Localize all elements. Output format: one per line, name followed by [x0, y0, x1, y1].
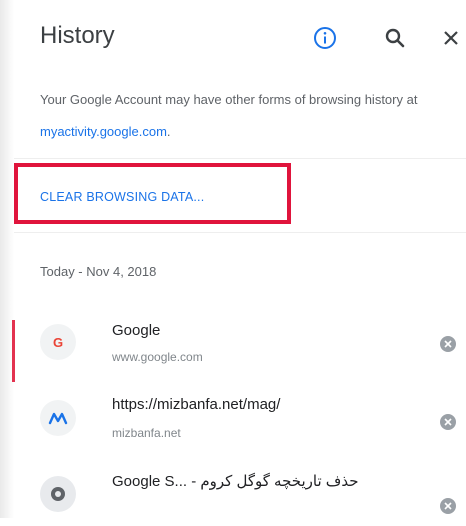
m-logo-icon — [48, 412, 68, 425]
entry-url: www.google.com — [112, 350, 203, 364]
entry-title: Google S... - حذف تاریخچه گوگل کروم — [112, 473, 359, 490]
remove-entry-button[interactable] — [440, 414, 456, 430]
entry-title: https://mizbanfa.net/mag/ — [112, 396, 281, 413]
remove-entry-button[interactable] — [440, 498, 456, 514]
search-icon — [385, 28, 405, 48]
info-text: Your Google Account may have other forms… — [40, 92, 418, 107]
history-header: History — [40, 22, 466, 62]
entry-title: Google — [112, 322, 161, 339]
entry-url: mizbanfa.net — [112, 426, 181, 440]
remove-entry-button[interactable] — [440, 336, 456, 352]
myactivity-link[interactable]: myactivity.google.com — [40, 124, 167, 139]
divider — [14, 232, 466, 233]
mizbanfa-favicon-icon — [40, 400, 76, 436]
other-history-info: Your Google Account may have other forms… — [40, 84, 460, 148]
close-icon — [444, 418, 452, 426]
history-entry-google[interactable]: G Google www.google.com — [0, 316, 466, 376]
history-entry-chrome-history-article[interactable]: Google S... - حذف تاریخچه گوگل کروم — [0, 466, 466, 526]
history-entry-mizbanfa[interactable]: https://mizbanfa.net/mag/ mizbanfa.net — [0, 390, 466, 450]
info-text-end: . — [166, 124, 171, 139]
search-button[interactable] — [379, 22, 411, 54]
favicon-letter: G — [52, 334, 64, 350]
close-button[interactable] — [435, 22, 466, 54]
site-favicon-icon — [40, 476, 76, 512]
close-icon — [444, 340, 452, 348]
close-icon — [444, 502, 452, 510]
close-icon — [444, 31, 458, 45]
highlight-box — [14, 163, 291, 224]
info-button[interactable] — [309, 22, 341, 54]
google-favicon-icon: G — [40, 324, 76, 360]
page-title: History — [40, 22, 115, 49]
date-header: Today - Nov 4, 2018 — [40, 264, 157, 279]
divider — [14, 158, 466, 159]
site-logo-icon — [51, 487, 65, 501]
info-icon — [314, 27, 336, 49]
